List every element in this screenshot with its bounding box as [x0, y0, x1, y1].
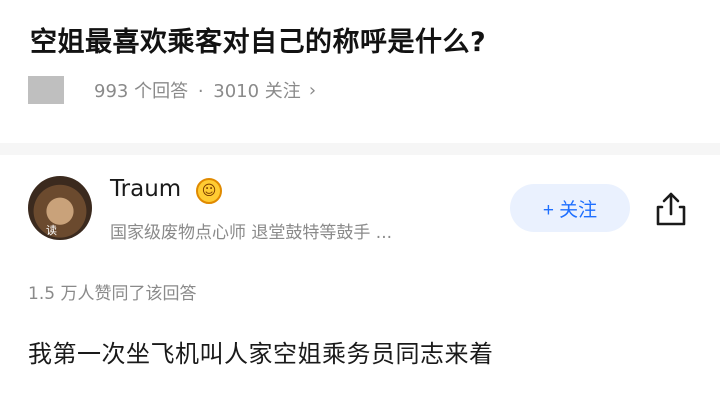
follow-button[interactable]: + 关注 [510, 184, 630, 232]
likes-count: 1.5 万人赞同了该回答 [28, 284, 197, 304]
question-meta: 993 个回答 · 3010 关注 › [28, 72, 316, 108]
avatar[interactable]: 读 [28, 176, 92, 240]
author-name[interactable]: Traum [110, 176, 181, 202]
chevron-right-icon[interactable]: › [309, 80, 316, 101]
share-icon[interactable] [650, 188, 692, 230]
avatar-caption: 读 [46, 224, 57, 237]
meta-separator: · [197, 81, 204, 102]
answer-count: 993 个回答 [94, 81, 189, 102]
question-title[interactable]: 空姐最喜欢乘客对自己的称呼是什么? [30, 20, 486, 59]
follower-count: 3010 关注 [213, 81, 301, 102]
question-thumbnail [28, 76, 64, 104]
author-bio: 国家级废物点心师 退堂鼓特等鼓手 ... [110, 223, 393, 243]
emoji-face-icon: ☺ [196, 178, 222, 204]
answer-content[interactable]: 我第一次坐飞机叫人家空姐乘务员同志来着 [28, 334, 494, 369]
question-stats[interactable]: 993 个回答 · 3010 关注 [94, 77, 305, 103]
section-divider [0, 143, 720, 155]
